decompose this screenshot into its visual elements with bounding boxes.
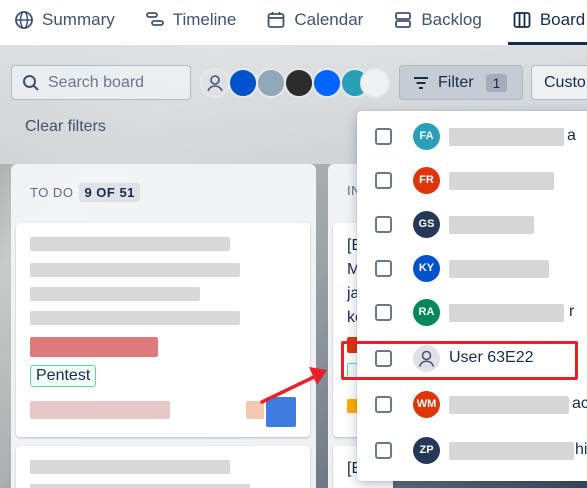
search-input[interactable] [48,73,188,92]
option-name-fragment: r [569,303,575,320]
redacted-name [449,442,574,460]
search-icon [23,74,39,91]
checkbox[interactable] [375,304,392,321]
avatar: KY [413,255,440,282]
checkbox[interactable] [375,128,392,145]
tab-label: Backlog [421,10,482,29]
avatar: RA [413,299,440,326]
checkbox[interactable] [375,216,392,233]
column-title: TO DO [30,185,74,200]
redacted-label [30,337,158,357]
redacted-text [30,287,200,301]
option-name-fragment: hi [575,441,587,458]
redacted-name [449,260,549,278]
tab-label: Board [539,10,586,29]
checkbox[interactable] [375,442,392,459]
avatar-more[interactable] [360,68,390,98]
tab-board[interactable]: Board [507,0,587,45]
checkbox[interactable] [375,260,392,277]
avatar[interactable] [228,68,258,98]
tab-label: Calendar [294,10,364,29]
avatar: ZP [413,437,440,464]
redacted-name [449,128,564,146]
checkbox[interactable] [375,396,392,413]
user-icon [207,75,223,92]
redacted-text [30,401,170,419]
column-todo: TO DO 9 OF 51 Pentest [11,164,316,488]
avatar: FA [413,123,440,150]
search-board[interactable] [11,65,191,100]
redacted-name [449,304,564,322]
avatar[interactable] [256,68,286,98]
tab-summary[interactable]: Summary [10,0,127,45]
avatar[interactable] [200,68,230,98]
tab-calendar[interactable]: Calendar [262,0,375,45]
custom-filters-button[interactable]: Custo [531,65,587,100]
backlog-icon [395,12,412,28]
calendar-icon [267,12,285,28]
highlight-box [341,341,578,380]
filter-option-fa[interactable]: FA a [357,115,587,159]
filter-option-zp[interactable]: ZP hi [357,429,587,473]
tab-label: Timeline [172,10,237,29]
timeline-icon [145,12,164,26]
column-header: TO DO 9 OF 51 [30,183,140,202]
avatar[interactable] [266,397,296,427]
clear-filters-button[interactable]: Clear filters [25,118,106,136]
avatar: FR [413,167,440,194]
avatar: WM [413,391,440,418]
avatar[interactable] [312,68,342,98]
redacted-icon [246,401,264,419]
filter-option-wm[interactable]: WM ac [357,383,587,427]
redacted-text [30,311,240,325]
redacted-name [449,216,534,234]
column-count: 9 OF 51 [79,183,140,202]
issue-card[interactable] [16,446,310,488]
redacted-name [449,172,554,190]
avatar[interactable] [284,68,314,98]
issue-card[interactable]: Pentest [16,223,310,437]
redacted-name [449,396,569,414]
filter-option-ra[interactable]: RA r [357,291,587,335]
board-icon [513,12,531,28]
redacted-text [30,263,240,277]
tab-label: Summary [42,10,115,29]
assignee-avatar-group [200,68,390,98]
globe-icon [15,11,33,29]
filter-count-badge: 1 [485,73,508,92]
filter-button[interactable]: Filter 1 [399,65,523,100]
redacted-text [30,460,230,474]
redacted-text [30,237,230,251]
tab-backlog[interactable]: Backlog [389,0,493,45]
filter-option-gs[interactable]: GS [357,203,587,247]
redacted-text [30,484,250,488]
tab-timeline[interactable]: Timeline [141,0,249,45]
filter-icon [414,76,428,89]
checkbox[interactable] [375,172,392,189]
option-name-fragment: ac [572,395,587,412]
filter-label: Filter [438,73,474,91]
project-nav: Summary Timeline Calendar Backlog Board [0,0,587,46]
label-tag: Pentest [30,365,97,387]
option-name-fragment: a [567,127,576,144]
filter-dropdown: FA a FR GS KY RA r User 63E22 WM ac ZP h… [357,111,587,481]
filter-option-ky[interactable]: KY [357,247,587,291]
filter-option-fr[interactable]: FR [357,159,587,203]
avatar: GS [413,211,440,238]
